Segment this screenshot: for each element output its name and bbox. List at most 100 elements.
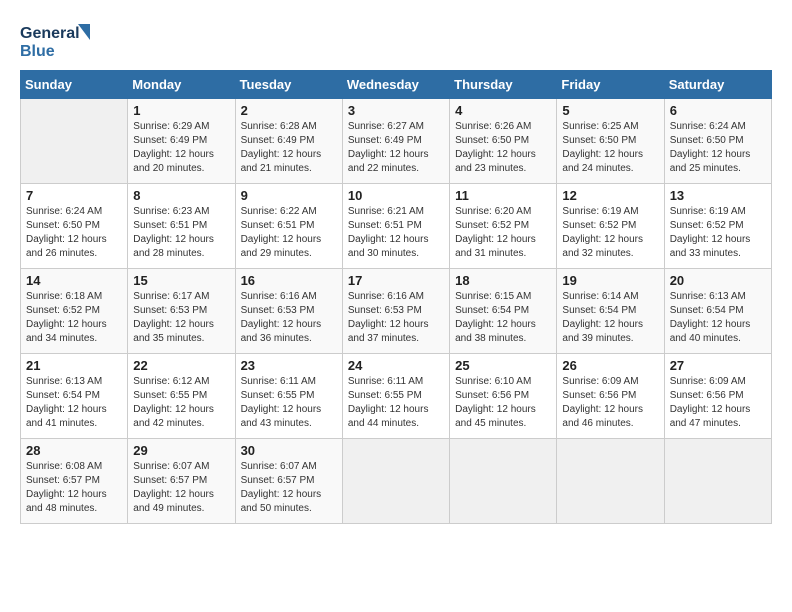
day-number: 24 <box>348 358 444 373</box>
day-number: 10 <box>348 188 444 203</box>
day-number: 25 <box>455 358 551 373</box>
calendar-day-cell <box>21 99 128 184</box>
day-info: Sunrise: 6:07 AM Sunset: 6:57 PM Dayligh… <box>133 460 229 516</box>
calendar-day-cell: 27 Sunrise: 6:09 AM Sunset: 6:56 PM Dayli… <box>664 354 771 439</box>
day-info: Sunrise: 6:12 AM Sunset: 6:55 PM Dayligh… <box>133 375 229 431</box>
calendar-week-row: 7Sunrise: 6:24 AM Sunset: 6:50 PM Daylig… <box>21 184 772 269</box>
day-number: 8 <box>133 188 229 203</box>
calendar-day-cell: 30Sunrise: 6:07 AM Sunset: 6:57 PM Dayli… <box>235 439 342 524</box>
day-number: 1 <box>133 103 229 118</box>
day-info: Sunrise: 6:10 AM Sunset: 6:56 PM Dayligh… <box>455 375 551 431</box>
calendar-week-row: 1Sunrise: 6:29 AM Sunset: 6:49 PM Daylig… <box>21 99 772 184</box>
day-number: 17 <box>348 273 444 288</box>
day-number: 18 <box>455 273 551 288</box>
weekday-header-friday: Friday <box>557 71 664 99</box>
day-number: 28 <box>26 443 122 458</box>
calendar-day-cell: 3Sunrise: 6:27 AM Sunset: 6:49 PM Daylig… <box>342 99 449 184</box>
calendar-week-row: 14 Sunrise: 6:18 AM Sunset: 6:52 PM Dayli… <box>21 269 772 354</box>
calendar-day-cell: 26 Sunrise: 6:09 AM Sunset: 6:56 PM Dayli… <box>557 354 664 439</box>
day-info: Sunrise: 6:14 AM Sunset: 6:54 PM Dayligh… <box>562 290 658 346</box>
calendar-day-cell: 5 Sunrise: 6:25 AM Sunset: 6:50 PM Daylig… <box>557 99 664 184</box>
svg-text:Blue: Blue <box>20 43 55 60</box>
calendar-day-cell: 14 Sunrise: 6:18 AM Sunset: 6:52 PM Dayli… <box>21 269 128 354</box>
calendar-day-cell: 11 Sunrise: 6:20 AM Sunset: 6:52 PM Dayli… <box>450 184 557 269</box>
calendar-day-cell: 20 Sunrise: 6:13 AM Sunset: 6:54 PM Dayli… <box>664 269 771 354</box>
day-number: 23 <box>241 358 337 373</box>
logo: GeneralBlue <box>20 20 100 60</box>
calendar-day-cell: 8 Sunrise: 6:23 AM Sunset: 6:51 PM Daylig… <box>128 184 235 269</box>
day-info: Sunrise: 6:25 AM Sunset: 6:50 PM Dayligh… <box>562 120 658 176</box>
day-info: Sunrise: 6:13 AM Sunset: 6:54 PM Dayligh… <box>26 375 122 431</box>
day-number: 4 <box>455 103 551 118</box>
day-info: Sunrise: 6:19 AM Sunset: 6:52 PM Dayligh… <box>670 205 766 261</box>
day-number: 26 <box>562 358 658 373</box>
day-info: Sunrise: 6:07 AM Sunset: 6:57 PM Dayligh… <box>241 460 337 516</box>
day-info: Sunrise: 6:15 AM Sunset: 6:54 PM Dayligh… <box>455 290 551 346</box>
calendar-day-cell <box>664 439 771 524</box>
calendar-day-cell: 10 Sunrise: 6:21 AM Sunset: 6:51 PM Dayli… <box>342 184 449 269</box>
day-number: 22 <box>133 358 229 373</box>
calendar-day-cell <box>342 439 449 524</box>
calendar-day-cell: 17Sunrise: 6:16 AM Sunset: 6:53 PM Dayli… <box>342 269 449 354</box>
day-info: Sunrise: 6:23 AM Sunset: 6:51 PM Dayligh… <box>133 205 229 261</box>
day-info: Sunrise: 6:26 AM Sunset: 6:50 PM Dayligh… <box>455 120 551 176</box>
logo-icon: GeneralBlue <box>20 20 100 60</box>
weekday-header-saturday: Saturday <box>664 71 771 99</box>
day-number: 2 <box>241 103 337 118</box>
day-number: 19 <box>562 273 658 288</box>
calendar-week-row: 28Sunrise: 6:08 AM Sunset: 6:57 PM Dayli… <box>21 439 772 524</box>
day-info: Sunrise: 6:24 AM Sunset: 6:50 PM Dayligh… <box>26 205 122 261</box>
weekday-header-thursday: Thursday <box>450 71 557 99</box>
day-number: 20 <box>670 273 766 288</box>
day-info: Sunrise: 6:09 AM Sunset: 6:56 PM Dayligh… <box>670 375 766 431</box>
calendar-day-cell <box>450 439 557 524</box>
day-info: Sunrise: 6:21 AM Sunset: 6:51 PM Dayligh… <box>348 205 444 261</box>
weekday-header-row: SundayMondayTuesdayWednesdayThursdayFrid… <box>21 71 772 99</box>
calendar-day-cell: 4 Sunrise: 6:26 AM Sunset: 6:50 PM Daylig… <box>450 99 557 184</box>
day-info: Sunrise: 6:16 AM Sunset: 6:53 PM Dayligh… <box>241 290 337 346</box>
weekday-header-sunday: Sunday <box>21 71 128 99</box>
day-info: Sunrise: 6:09 AM Sunset: 6:56 PM Dayligh… <box>562 375 658 431</box>
calendar-day-cell: 28Sunrise: 6:08 AM Sunset: 6:57 PM Dayli… <box>21 439 128 524</box>
day-info: Sunrise: 6:18 AM Sunset: 6:52 PM Dayligh… <box>26 290 122 346</box>
calendar-day-cell: 24 Sunrise: 6:11 AM Sunset: 6:55 PM Dayli… <box>342 354 449 439</box>
day-info: Sunrise: 6:19 AM Sunset: 6:52 PM Dayligh… <box>562 205 658 261</box>
weekday-header-monday: Monday <box>128 71 235 99</box>
day-info: Sunrise: 6:20 AM Sunset: 6:52 PM Dayligh… <box>455 205 551 261</box>
calendar-day-cell: 1Sunrise: 6:29 AM Sunset: 6:49 PM Daylig… <box>128 99 235 184</box>
day-number: 15 <box>133 273 229 288</box>
calendar-week-row: 21 Sunrise: 6:13 AM Sunset: 6:54 PM Dayli… <box>21 354 772 439</box>
calendar-day-cell: 12 Sunrise: 6:19 AM Sunset: 6:52 PM Dayli… <box>557 184 664 269</box>
day-info: Sunrise: 6:27 AM Sunset: 6:49 PM Dayligh… <box>348 120 444 176</box>
calendar-day-cell: 23 Sunrise: 6:11 AM Sunset: 6:55 PM Dayli… <box>235 354 342 439</box>
day-number: 6 <box>670 103 766 118</box>
calendar-day-cell: 15Sunrise: 6:17 AM Sunset: 6:53 PM Dayli… <box>128 269 235 354</box>
day-number: 14 <box>26 273 122 288</box>
day-info: Sunrise: 6:28 AM Sunset: 6:49 PM Dayligh… <box>241 120 337 176</box>
day-info: Sunrise: 6:24 AM Sunset: 6:50 PM Dayligh… <box>670 120 766 176</box>
calendar-day-cell <box>557 439 664 524</box>
day-number: 5 <box>562 103 658 118</box>
day-number: 12 <box>562 188 658 203</box>
weekday-header-wednesday: Wednesday <box>342 71 449 99</box>
calendar-day-cell: 21 Sunrise: 6:13 AM Sunset: 6:54 PM Dayli… <box>21 354 128 439</box>
day-number: 13 <box>670 188 766 203</box>
day-info: Sunrise: 6:11 AM Sunset: 6:55 PM Dayligh… <box>348 375 444 431</box>
calendar-day-cell: 29Sunrise: 6:07 AM Sunset: 6:57 PM Dayli… <box>128 439 235 524</box>
calendar-day-cell: 9Sunrise: 6:22 AM Sunset: 6:51 PM Daylig… <box>235 184 342 269</box>
day-info: Sunrise: 6:22 AM Sunset: 6:51 PM Dayligh… <box>241 205 337 261</box>
page-header: GeneralBlue <box>20 20 772 60</box>
calendar-day-cell: 13 Sunrise: 6:19 AM Sunset: 6:52 PM Dayli… <box>664 184 771 269</box>
day-number: 11 <box>455 188 551 203</box>
day-number: 16 <box>241 273 337 288</box>
calendar-day-cell: 2 Sunrise: 6:28 AM Sunset: 6:49 PM Daylig… <box>235 99 342 184</box>
day-number: 27 <box>670 358 766 373</box>
calendar-day-cell: 18 Sunrise: 6:15 AM Sunset: 6:54 PM Dayli… <box>450 269 557 354</box>
calendar-day-cell: 6 Sunrise: 6:24 AM Sunset: 6:50 PM Daylig… <box>664 99 771 184</box>
weekday-header-tuesday: Tuesday <box>235 71 342 99</box>
calendar-day-cell: 25 Sunrise: 6:10 AM Sunset: 6:56 PM Dayli… <box>450 354 557 439</box>
day-number: 21 <box>26 358 122 373</box>
day-info: Sunrise: 6:11 AM Sunset: 6:55 PM Dayligh… <box>241 375 337 431</box>
day-info: Sunrise: 6:13 AM Sunset: 6:54 PM Dayligh… <box>670 290 766 346</box>
calendar-day-cell: 7Sunrise: 6:24 AM Sunset: 6:50 PM Daylig… <box>21 184 128 269</box>
